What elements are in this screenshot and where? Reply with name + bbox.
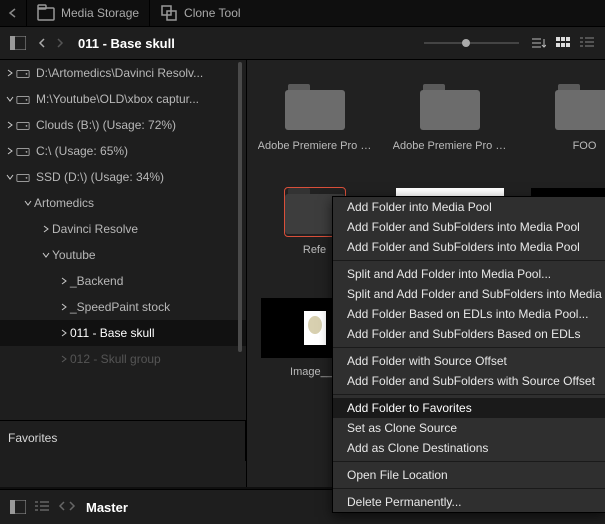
favorites-heading: Favorites [0,420,246,461]
tree-label: Youtube [52,248,96,262]
grid-folder[interactable]: FOO [517,84,605,152]
history-forward-button[interactable] [52,33,68,53]
tree-item[interactable]: 012 - Skull group [0,346,246,372]
sidebar-scrollbar[interactable] [238,62,242,352]
grid-folder-label: FOO [573,140,597,152]
drive-item[interactable]: C:\ (Usage: 65%) [0,138,246,164]
menu-item[interactable]: Add as Clone Destinations [333,438,605,458]
panel-toggle-icon[interactable] [6,31,30,55]
menu-separator [333,260,605,261]
menu-item[interactable]: Open File Location [333,465,605,485]
grid-folder-label: Adobe Premiere Pro … [393,140,507,152]
menu-separator [333,347,605,348]
menu-separator [333,394,605,395]
menu-separator [333,461,605,462]
footer-forward-button[interactable] [68,500,76,514]
menu-item[interactable]: Add Folder and SubFolders into Media Poo… [333,237,605,257]
drive-item[interactable]: M:\Youtube\OLD\xbox captur... [0,86,246,112]
sort-icon[interactable] [529,33,549,53]
tree-label: 012 - Skull group [70,352,161,366]
drive-item[interactable]: D:\Artomedics\Davinci Resolv... [0,60,246,86]
media-storage-tab[interactable]: Media Storage [27,0,149,26]
history-back-button[interactable] [34,33,50,53]
menu-item[interactable]: Add Folder and SubFolders Based on EDLs [333,324,605,344]
clone-tool-label: Clone Tool [184,6,240,20]
footer-back-button[interactable] [58,500,66,514]
thumb-size-slider[interactable] [424,42,519,44]
tree-label: _Backend [70,274,123,288]
tree-item[interactable]: _Backend [0,268,246,294]
list-view-icon[interactable] [577,33,597,53]
tree-label: _SpeedPaint stock [70,300,170,314]
top-back-icon[interactable] [0,0,26,26]
grid-folder-label: Adobe Premiere Pro … [258,140,372,152]
drive-label: C:\ (Usage: 65%) [36,144,128,158]
menu-item[interactable]: Add Folder and SubFolders with Source Of… [333,371,605,391]
footer-title: Master [86,500,128,515]
tree-item[interactable]: Artomedics [0,190,246,216]
menu-item[interactable]: Add Folder into Media Pool [333,197,605,217]
drive-label: SSD (D:\) (Usage: 34%) [36,170,164,184]
drive-item[interactable]: Clouds (B:\) (Usage: 72%) [0,112,246,138]
grid-folder-label: Refe [303,244,326,256]
media-storage-label: Media Storage [61,6,139,20]
tree-label: Artomedics [34,196,94,210]
menu-separator [333,488,605,489]
menu-item[interactable]: Split and Add Folder and SubFolders into… [333,284,605,304]
menu-item[interactable]: Split and Add Folder into Media Pool... [333,264,605,284]
grid-folder[interactable]: Adobe Premiere Pro … [382,84,517,152]
drive-label: Clouds (B:\) (Usage: 72%) [36,118,176,132]
context-menu: Add Folder into Media PoolAdd Folder and… [332,196,605,513]
clone-tool-tab[interactable]: Clone Tool [150,0,250,26]
menu-item[interactable]: Add Folder Based on EDLs into Media Pool… [333,304,605,324]
menu-item[interactable]: Add Folder to Favorites [333,398,605,418]
menu-item[interactable]: Delete Permanently... [333,492,605,512]
tree-item[interactable]: _SpeedPaint stock [0,294,246,320]
grid-folder[interactable]: Adobe Premiere Pro … [247,84,382,152]
tree-label: Davinci Resolve [52,222,138,236]
drive-label: M:\Youtube\OLD\xbox captur... [36,92,199,106]
tree-item[interactable]: Davinci Resolve [0,216,246,242]
menu-item[interactable]: Add Folder with Source Offset [333,351,605,371]
list-footer-icon[interactable] [30,495,54,519]
drive-item[interactable]: SSD (D:\) (Usage: 34%) [0,164,246,190]
tree-item[interactable]: Youtube [0,242,246,268]
menu-item[interactable]: Set as Clone Source [333,418,605,438]
menu-item[interactable]: Add Folder and SubFolders into Media Poo… [333,217,605,237]
grid-view-icon[interactable] [553,33,573,53]
tree-item-selected[interactable]: 011 - Base skull [0,320,246,346]
location-title: 011 - Base skull [78,36,424,51]
drive-label: D:\Artomedics\Davinci Resolv... [36,66,203,80]
tree-label: 011 - Base skull [70,326,155,340]
panel-toggle-footer-icon[interactable] [6,495,30,519]
